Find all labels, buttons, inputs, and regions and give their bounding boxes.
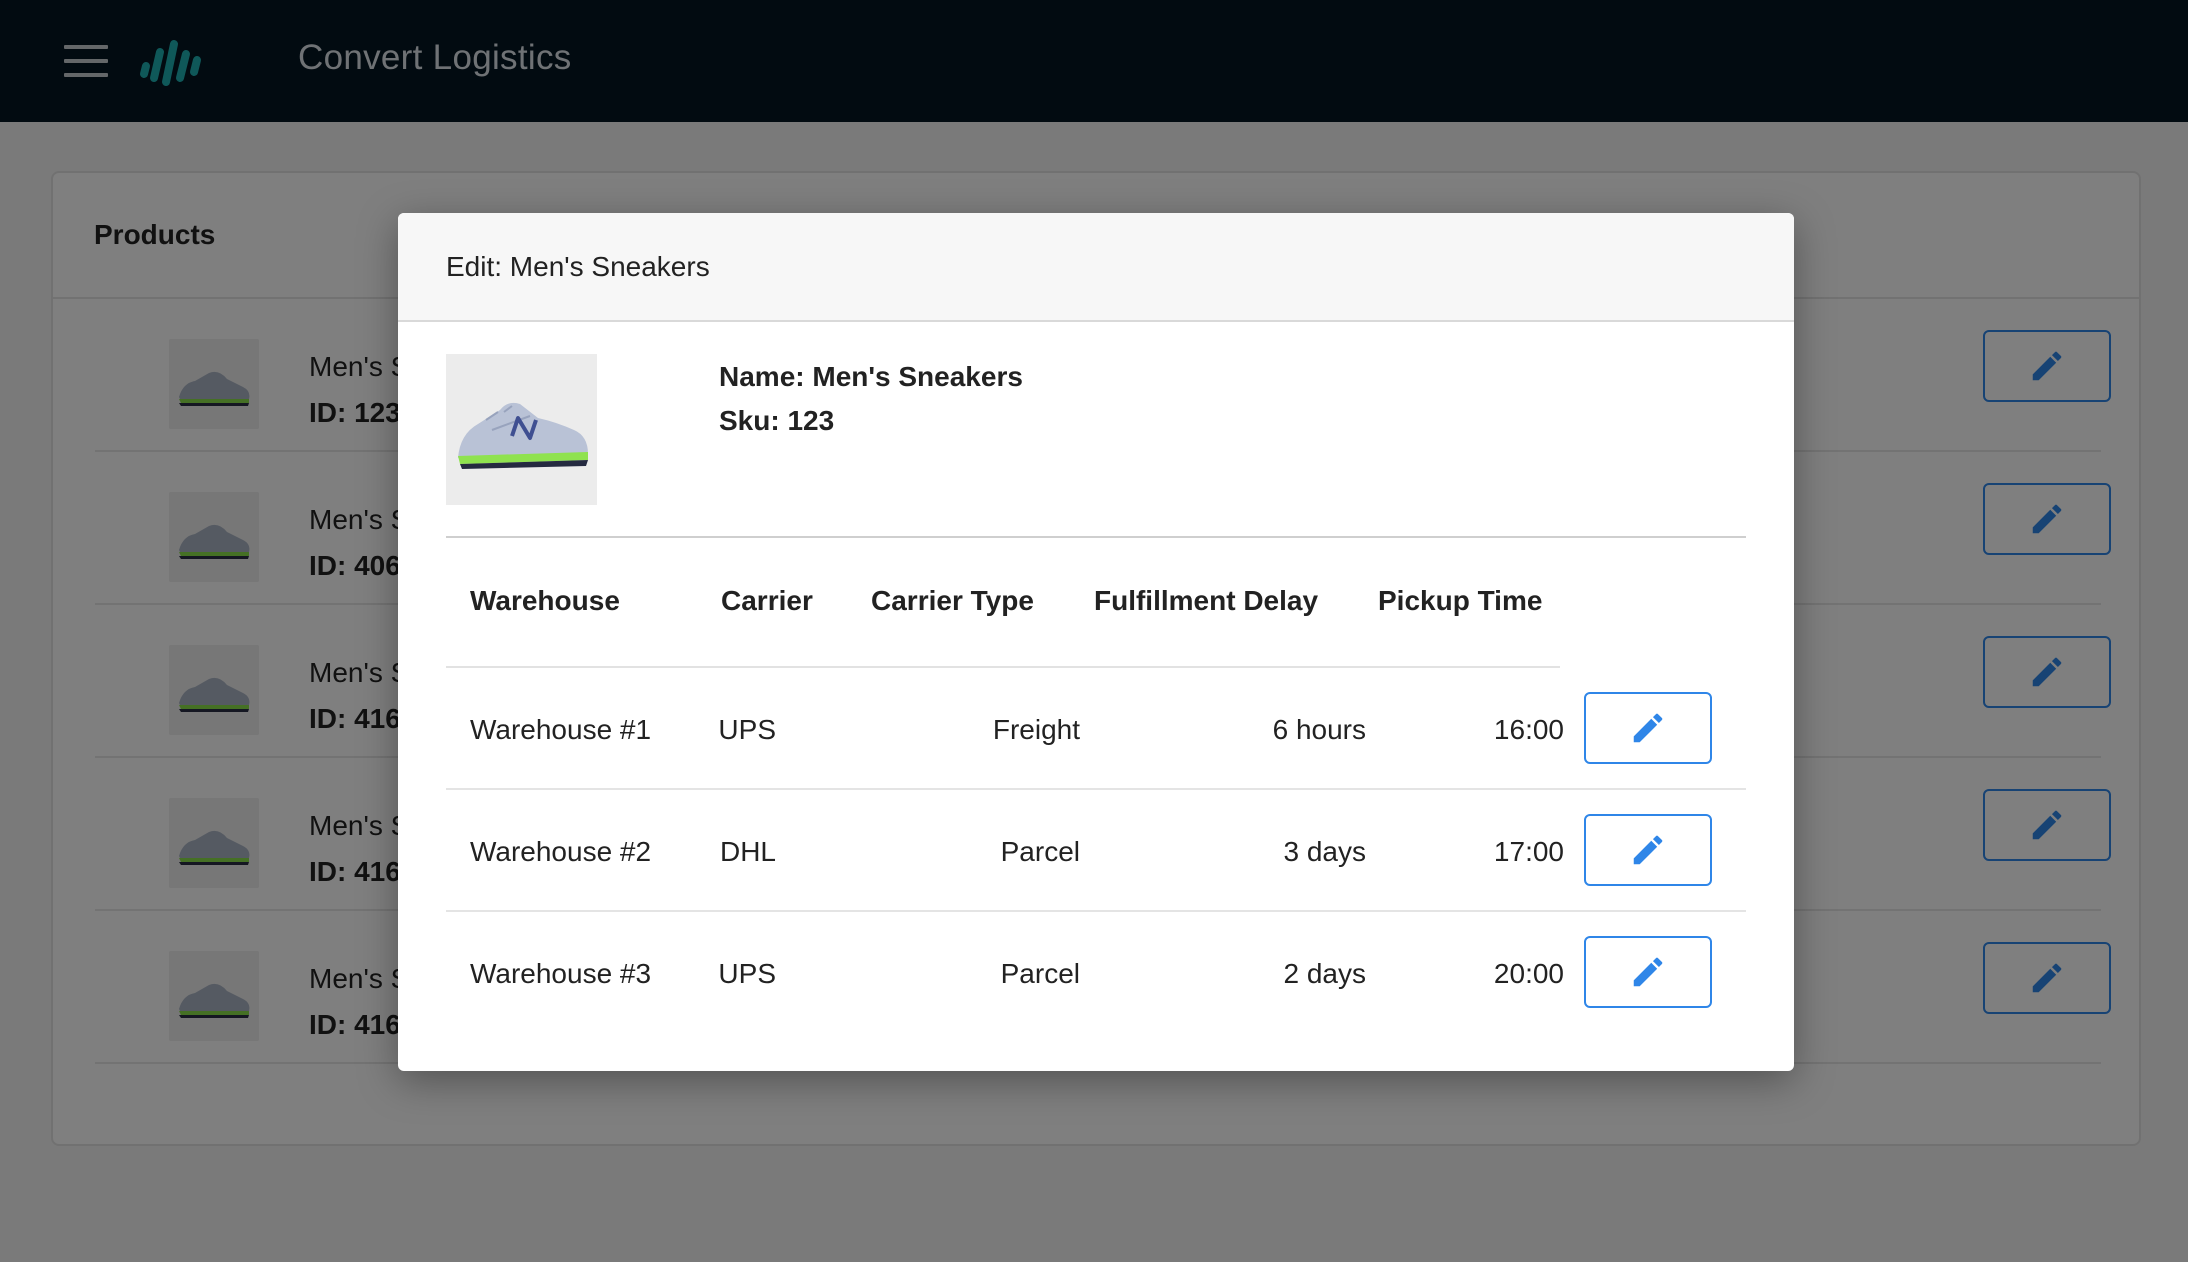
cell-carrier-type: Parcel <box>1000 958 1080 989</box>
cell-fulfillment-delay: 3 days <box>1283 836 1367 867</box>
column-header-fulfillment-delay: Fulfillment Delay <box>1094 585 1319 616</box>
pencil-icon <box>1633 957 1663 987</box>
column-header-warehouse: Warehouse <box>470 585 620 616</box>
cell-warehouse: Warehouse #3 <box>470 958 652 989</box>
product-name-label: Name: Men's Sneakers <box>719 361 1023 392</box>
cell-carrier: DHL <box>719 836 776 867</box>
column-header-carrier: Carrier <box>721 585 813 616</box>
column-header-pickup-time: Pickup Time <box>1378 585 1543 616</box>
divider <box>446 536 1746 538</box>
dialog-header: Edit: Men's Sneakers <box>398 213 1794 322</box>
pencil-icon <box>1633 835 1663 865</box>
cell-pickup-time: 17:00 <box>1493 836 1564 867</box>
table-row: Warehouse #3 UPS Parcel 2 days 20:00 <box>446 912 1746 1034</box>
cell-fulfillment-delay: 2 days <box>1283 958 1367 989</box>
cell-carrier: UPS <box>718 958 776 989</box>
cell-carrier: UPS <box>718 714 776 745</box>
product-sku-label: Sku: 123 <box>719 405 835 436</box>
cell-warehouse: Warehouse #2 <box>470 836 652 867</box>
sneaker-image <box>446 354 597 505</box>
pencil-icon <box>1633 713 1663 743</box>
cell-carrier-type: Parcel <box>1000 836 1080 867</box>
edit-product-dialog: Edit: Men's Sneakers Name: Men's Sneaker… <box>398 213 1794 1071</box>
edit-warehouse-button[interactable] <box>1584 692 1712 764</box>
cell-fulfillment-delay: 6 hours <box>1272 714 1366 745</box>
cell-pickup-time: 16:00 <box>1493 714 1564 745</box>
cell-carrier-type: Freight <box>992 714 1080 745</box>
edit-warehouse-button[interactable] <box>1584 814 1712 886</box>
table-row: Warehouse #1 UPS Freight 6 hours 16:00 <box>446 668 1746 790</box>
column-header-carrier-type: Carrier Type <box>871 585 1034 616</box>
dialog-title: Edit: Men's Sneakers <box>446 251 710 282</box>
edit-warehouse-button[interactable] <box>1584 936 1712 1008</box>
table-row: Warehouse #2 DHL Parcel 3 days 17:00 <box>446 790 1746 912</box>
cell-warehouse: Warehouse #1 <box>470 714 652 745</box>
cell-pickup-time: 20:00 <box>1493 958 1564 989</box>
